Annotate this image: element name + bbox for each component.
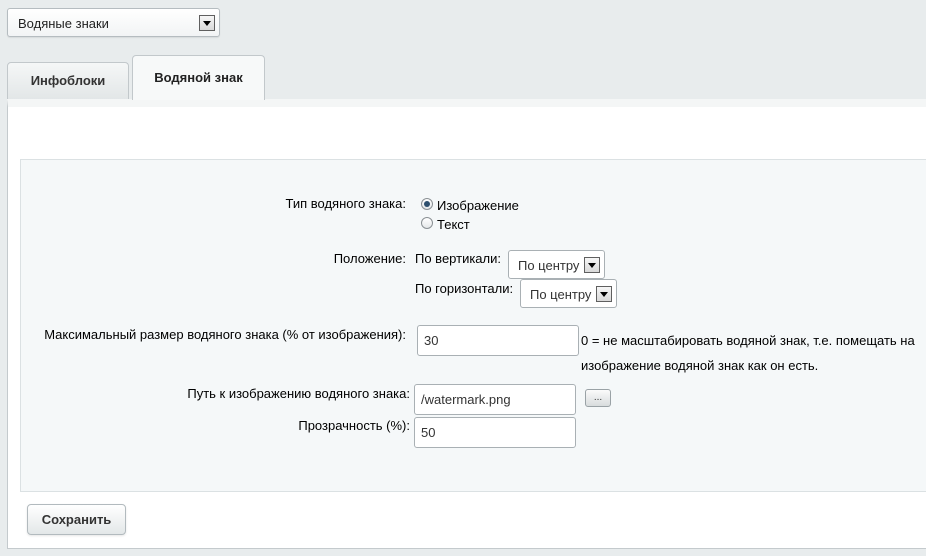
module-select[interactable]: Водяные знаки: [7, 8, 220, 37]
opacity-input[interactable]: [414, 417, 576, 448]
module-select-value: Водяные знаки: [18, 16, 109, 31]
watermark-type-label: Тип водяного знака:: [285, 196, 406, 211]
vertical-select-value: По центру: [518, 258, 580, 273]
path-label: Путь к изображению водяного знака:: [187, 386, 410, 401]
max-size-hint-2: изображение водяной знак как он есть.: [581, 358, 819, 373]
radio-text[interactable]: [421, 217, 433, 229]
save-button[interactable]: Сохранить: [27, 504, 126, 535]
opacity-label: Прозрачность (%):: [298, 418, 410, 433]
vertical-label: По вертикали:: [415, 251, 501, 266]
radio-image[interactable]: [421, 198, 433, 210]
chevron-down-icon[interactable]: [199, 15, 215, 31]
horizontal-label: По горизонтали:: [415, 281, 514, 296]
browse-button[interactable]: ...: [585, 389, 611, 407]
chevron-down-icon[interactable]: [584, 257, 600, 273]
max-size-input[interactable]: [417, 325, 579, 356]
horizontal-select[interactable]: По центру: [520, 279, 617, 308]
tab-watermark[interactable]: Водяной знак: [132, 55, 265, 100]
radio-image-label[interactable]: Изображение: [437, 198, 519, 213]
horizontal-select-value: По центру: [530, 287, 592, 302]
max-size-label: Максимальный размер водяного знака (% от…: [44, 327, 406, 342]
position-label: Положение:: [333, 251, 406, 266]
path-input[interactable]: [414, 384, 576, 415]
radio-text-label[interactable]: Текст: [437, 217, 470, 232]
max-size-hint: 0 = не масштабировать водяной знак, т.е.…: [581, 333, 915, 348]
chevron-down-icon[interactable]: [596, 286, 612, 302]
vertical-select[interactable]: По центру: [508, 250, 605, 279]
tab-iblocks[interactable]: Инфоблоки: [7, 62, 129, 100]
